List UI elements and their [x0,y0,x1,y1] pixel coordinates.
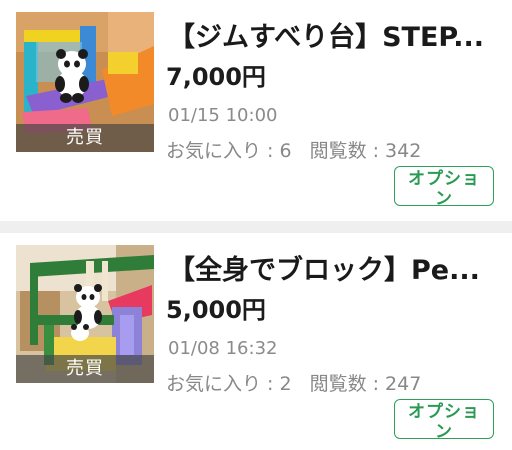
listing-datetime: 01/15 10:00 [168,105,278,126]
listing-thumbnail[interactable]: 売買 [16,245,154,383]
listing-card[interactable]: 売買 【全身でブロック】Pe... 5,000円 01/08 16:32 お気に… [0,233,512,450]
views-count: 閲覧数 : 247 [309,373,422,395]
trade-type-badge: 売買 [66,127,104,148]
favorites-count: お気に入り : 6 [166,140,292,162]
listing-card[interactable]: 売買 【ジムすべり台】STEP... 7,000円 01/15 10:00 お気… [0,0,512,221]
listing-datetime: 01/08 16:32 [168,338,278,359]
trade-type-badge: 売買 [66,358,104,379]
option-button[interactable]: オプション [394,166,494,206]
listing-stats: お気に入り : 6 閲覧数 : 342 [166,138,421,164]
listing-price: 5,000円 [166,296,266,324]
views-count: 閲覧数 : 342 [309,140,422,162]
listing-thumbnail[interactable]: 売買 [16,12,154,152]
listing-price: 7,000円 [166,63,266,91]
option-button[interactable]: オプション [394,399,494,439]
listing-title[interactable]: 【ジムすべり台】STEP... [168,20,498,56]
listing-stats: お気に入り : 2 閲覧数 : 247 [166,371,421,397]
listing-title[interactable]: 【全身でブロック】Pe... [168,253,498,289]
listing-list: 売買 【ジムすべり台】STEP... 7,000円 01/15 10:00 お気… [0,0,512,450]
favorites-count: お気に入り : 2 [166,373,292,395]
